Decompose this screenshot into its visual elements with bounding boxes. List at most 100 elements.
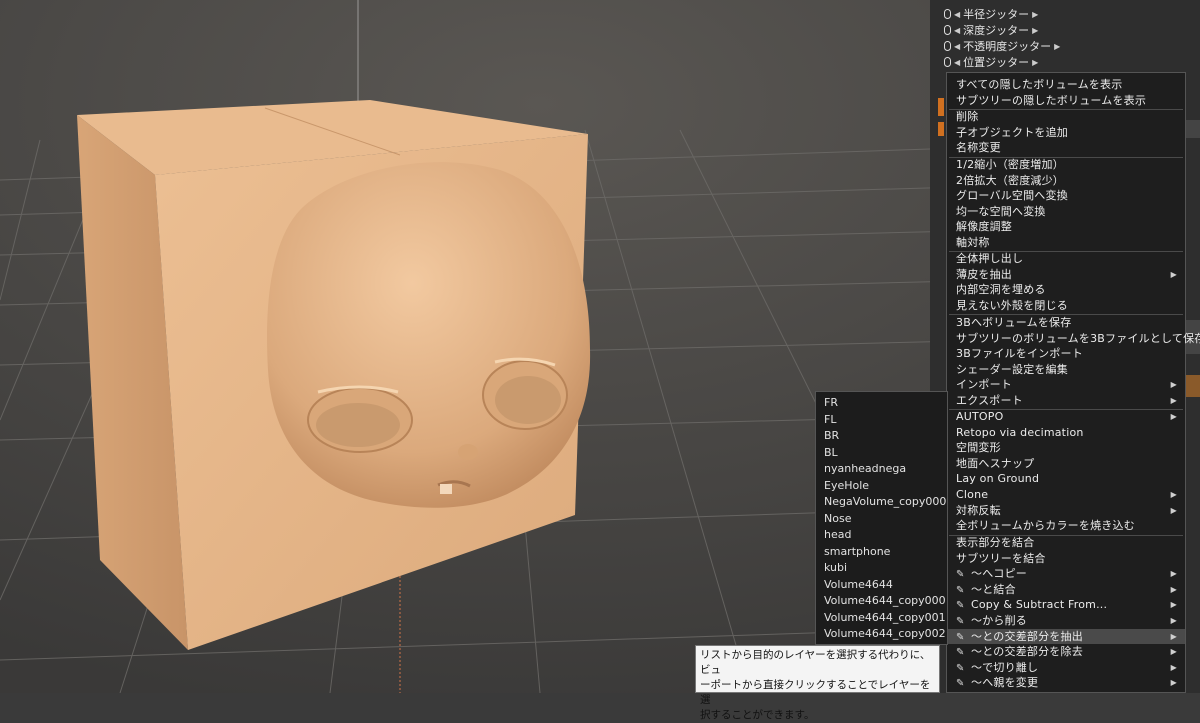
layer-list-item[interactable]: Volume4644_copy002 [824, 626, 946, 642]
layer-list-item[interactable]: BR [824, 428, 839, 444]
menu-item-bake-colors[interactable]: 全ボリュームからカラーを焼き込む [947, 518, 1185, 534]
menu-item-to-uniform-space[interactable]: 均一な空間へ変換 [947, 204, 1185, 220]
volume-context-menu: すべての隠したボリュームを表示 サブツリーの隠したボリュームを表示 削除 子オブ… [946, 72, 1200, 693]
panel-row-label: 半径ジッター [963, 8, 1030, 21]
panel-row-position-jitter[interactable]: ◀ 位置ジッター ▶ [944, 54, 1038, 70]
menu-item-mirror[interactable]: 対称反転 ▶ [947, 503, 1185, 519]
layer-list-item[interactable]: nyanheadnega [824, 461, 906, 477]
submenu-arrow-icon: ▶ [1170, 269, 1177, 279]
menu-item-fill-cavities[interactable]: 内部空洞を埋める [947, 282, 1185, 298]
layer-pick-tooltip: リストから目的のレイヤーを選択する代わりに、ビュ ーポートから直接クリックするこ… [695, 645, 940, 721]
pen-icon: ✎ [956, 584, 965, 596]
submenu-arrow-icon: ▶ [1170, 490, 1177, 499]
menu-item-space-warp[interactable]: 空間変形 [947, 440, 1185, 456]
layer-list-item[interactable]: FR [824, 395, 838, 411]
menu-item-edit-shader[interactable]: シェーダー設定を編集 [947, 362, 1185, 378]
menu-item-snap-to-ground[interactable]: 地面へスナップ [947, 456, 1185, 472]
menu-item-subtract-from[interactable]: ✎ 〜から削る ▶ [947, 613, 1185, 629]
tooltip-line: リストから目的のレイヤーを選択する代わりに、ビュ [700, 649, 931, 676]
tooltip-line: ーポートから直接クリックすることでレイヤーを選 [700, 679, 931, 706]
menu-item-save-subtree-3b[interactable]: サブツリーのボリュームを3Bファイルとして保存 [947, 331, 1200, 347]
panel-row-opacity-jitter[interactable]: ◀ 不透明度ジッター ▶ [944, 38, 1060, 54]
menu-item-show-all-hidden[interactable]: すべての隠したボリュームを表示 [947, 77, 1185, 93]
menu-item-retopo-decimation[interactable]: Retopo via decimation [947, 425, 1185, 441]
mouse-icon [944, 41, 951, 51]
panel-row-depth-jitter[interactable]: ◀ 深度ジッター ▶ [944, 22, 1038, 38]
submenu-arrow-icon: ▶ [1170, 616, 1177, 625]
pen-icon: ✎ [956, 662, 965, 674]
layer-list-item[interactable]: EyeHole [824, 478, 869, 494]
menu-item-axial-symmetry[interactable]: 軸対称 [947, 235, 1185, 251]
menu-item-autopo[interactable]: AUTOPO ▶ [947, 409, 1185, 425]
submenu-arrow-icon: ▶ [1170, 380, 1177, 390]
submenu-arrow-icon: ▶ [1170, 412, 1177, 421]
chevron-right-icon: ▶ [1054, 41, 1061, 51]
layer-list-item[interactable]: Volume4644_copy001 [824, 610, 946, 626]
layer-list-item[interactable]: kubi [824, 560, 847, 576]
menu-item-split-with[interactable]: ✎ 〜で切り離し ▶ [947, 660, 1185, 676]
pen-icon: ✎ [956, 631, 965, 643]
menu-item-lay-on-ground[interactable]: Lay on Ground [947, 471, 1185, 487]
submenu-arrow-icon: ▶ [1170, 569, 1177, 579]
pen-icon: ✎ [956, 647, 965, 659]
layer-list-item[interactable]: Volume4644 [824, 577, 893, 593]
menu-item-rename[interactable]: 名称変更 [947, 140, 1185, 156]
menu-item-double-resolution[interactable]: 2倍拡大（密度減少） [947, 173, 1185, 189]
layer-list-item[interactable]: smartphone [824, 544, 890, 560]
panel-row-label: 不透明度ジッター [963, 40, 1052, 53]
submenu-arrow-icon: ▶ [1170, 662, 1177, 672]
pen-icon: ✎ [956, 569, 965, 581]
menu-item-extrude-all[interactable]: 全体押し出し [947, 251, 1185, 267]
menu-item-export[interactable]: エクスポート ▶ [947, 393, 1185, 409]
menu-item-copy-subtract[interactable]: ✎ Copy & Subtract From... ▶ [947, 597, 1185, 613]
doll-head-sculpt[interactable] [267, 162, 591, 508]
menu-item-to-global-space[interactable]: グローバル空間へ変換 [947, 188, 1185, 204]
menu-item-adjust-resolution[interactable]: 解像度調整 [947, 219, 1185, 235]
chevron-left-icon: ◀ [954, 41, 961, 51]
mouse-icon [944, 57, 951, 67]
pen-icon: ✎ [956, 600, 965, 612]
pen-icon: ✎ [956, 616, 965, 627]
submenu-arrow-icon: ▶ [1170, 505, 1177, 515]
submenu-arrow-icon: ▶ [1170, 631, 1177, 641]
menu-item-import-3b[interactable]: 3Bファイルをインポート [947, 346, 1185, 362]
layer-list-item[interactable]: NegaVolume_copy000 [824, 494, 946, 510]
menu-item-clone[interactable]: Clone ▶ [947, 487, 1185, 503]
layer-list-item[interactable]: FL [824, 412, 836, 428]
menu-item-add-child[interactable]: 子オブジェクトを追加 [947, 125, 1185, 141]
menu-item-merge-subtree[interactable]: サブツリーを結合 [947, 551, 1185, 567]
submenu-arrow-icon: ▶ [1170, 584, 1177, 594]
chevron-right-icon: ▶ [1032, 9, 1039, 19]
menu-item-extract-skin[interactable]: 薄皮を抽出 ▶ [947, 267, 1185, 283]
panel-row-label: 位置ジッター [963, 56, 1030, 69]
menu-item-copy-to[interactable]: ✎ 〜へコピー ▶ [947, 566, 1185, 582]
pen-icon: ✎ [956, 678, 965, 690]
chevron-right-icon: ▶ [1032, 57, 1039, 67]
layer-list-item[interactable]: Volume4644_copy000 [824, 593, 946, 609]
menu-item-remove-intersection[interactable]: ✎ 〜との交差部分を除去 ▶ [947, 644, 1185, 660]
panel-row-label: 深度ジッター [963, 24, 1030, 37]
submenu-arrow-icon: ▶ [1170, 678, 1177, 688]
menu-item-close-hidden-shells[interactable]: 見えない外殻を閉じる [947, 298, 1185, 314]
layer-list-item[interactable]: head [824, 527, 851, 543]
menu-item-extract-intersection[interactable]: ✎ 〜との交差部分を抽出 ▶ [947, 628, 1185, 645]
panel-row-radius-jitter[interactable]: ◀ 半径ジッター ▶ [944, 6, 1038, 22]
menu-item-save-volume-3b[interactable]: 3Bへボリュームを保存 [947, 315, 1185, 331]
menu-item-merge-with[interactable]: ✎ 〜と結合 ▶ [947, 582, 1185, 598]
menu-item-show-subtree-hidden[interactable]: サブツリーの隠したボリュームを表示 [947, 93, 1185, 109]
layer-target-list: FR FL BR BL nyanheadnega EyeHole NegaVol… [815, 391, 948, 645]
chevron-right-icon: ▶ [1032, 25, 1039, 35]
menu-item-delete[interactable]: 削除 [947, 109, 1185, 125]
mouse-icon [944, 25, 951, 35]
chevron-left-icon: ◀ [954, 25, 961, 35]
chevron-left-icon: ◀ [954, 57, 961, 67]
menu-item-import[interactable]: インポート ▶ [947, 377, 1185, 393]
chevron-left-icon: ◀ [954, 9, 961, 19]
layer-list-item[interactable]: Nose [824, 511, 851, 527]
menu-item-reparent-to[interactable]: ✎ 〜へ親を変更 ▶ [947, 675, 1185, 691]
menu-item-halve-resolution[interactable]: 1/2縮小（密度増加） [947, 157, 1185, 173]
mouse-icon [944, 9, 951, 19]
menu-item-merge-visible[interactable]: 表示部分を結合 [947, 535, 1185, 551]
layer-list-item[interactable]: BL [824, 445, 838, 461]
submenu-arrow-icon: ▶ [1170, 647, 1177, 657]
